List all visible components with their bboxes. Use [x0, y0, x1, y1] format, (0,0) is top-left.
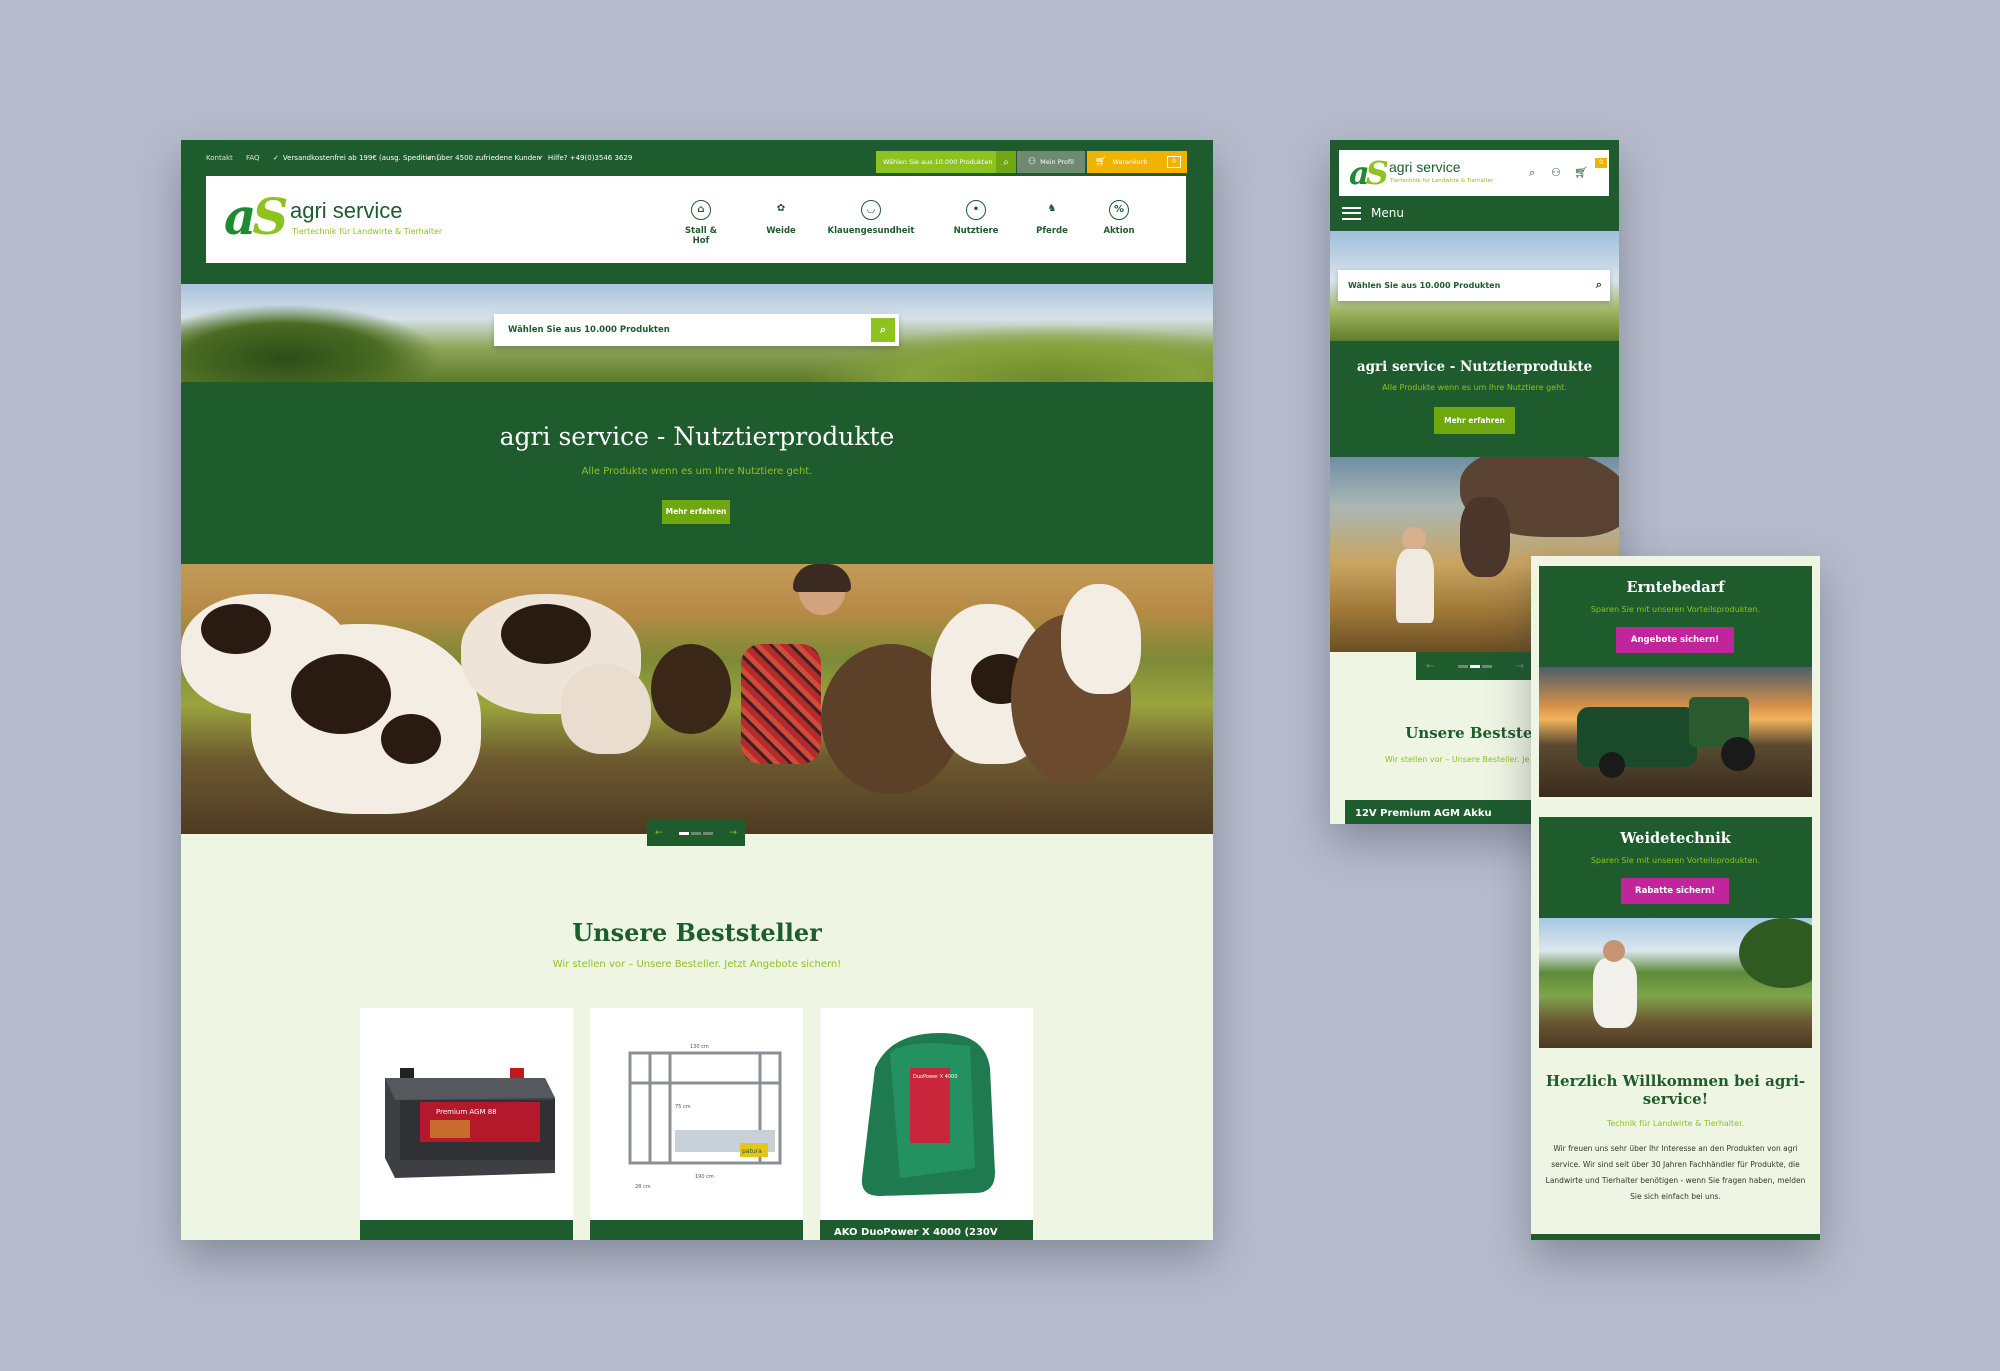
check-icon: ✓	[538, 154, 544, 162]
usp-customers: ✓ über 4500 zufriedene Kunden	[427, 154, 541, 162]
arrow-left-icon[interactable]: ←	[1426, 661, 1434, 672]
welcome-text: Wir freuen uns sehr über Ihr Interesse a…	[1545, 1144, 1806, 1201]
mobile-page-promos: Erntebedarf Sparen Sie mit unseren Vorte…	[1531, 556, 1820, 1240]
check-icon: ✓	[273, 154, 279, 162]
mobile-search-input[interactable]: Wählen Sie aus 10.000 Produkten ⌕	[1338, 270, 1610, 301]
search-icon[interactable]: ⌕	[1529, 166, 1535, 180]
cart-button[interactable]: 🛒︎ Warenkorb 0	[1087, 151, 1187, 173]
nav-nutztiere[interactable]: • Nutztiere	[951, 200, 1001, 236]
dimension-label: 190 cm	[695, 1174, 714, 1180]
footer-edge	[1531, 1234, 1820, 1240]
product-card-energizer[interactable]: DuoPower X 4000 AKO DuoPower X 4000 (230…	[820, 1008, 1033, 1240]
welcome-subtitle: Technik für Landwirte & Tierhalter.	[1606, 1119, 1745, 1128]
product-name	[590, 1220, 803, 1240]
mehr-erfahren-button[interactable]: Mehr erfahren	[1434, 407, 1515, 434]
battery-image: Premium AGM 88	[385, 1068, 555, 1178]
dimension-label: 130 cm	[690, 1044, 709, 1050]
gate-brand-label: patura	[742, 1148, 762, 1155]
hero-search-input[interactable]: Wählen Sie aus 10.000 Produkten ⌕	[494, 314, 899, 346]
promo-title: Erntebedarf	[1626, 579, 1725, 596]
cart-count-badge: 0	[1167, 156, 1181, 168]
nav-klauengesundheit[interactable]: ◡ Klauengesundheit	[826, 200, 916, 236]
battery-label: Premium AGM 88	[436, 1108, 497, 1116]
fence-energizer-image: DuoPower X 4000	[861, 1033, 995, 1196]
cart-count-badge: 0	[1595, 158, 1607, 168]
hero-photo-cows	[181, 564, 1213, 834]
hero-subtitle: Alle Produkte wenn es um Ihre Nutztiere …	[1382, 383, 1567, 392]
search-icon[interactable]: ⌕	[871, 318, 895, 342]
angebote-sichern-button[interactable]: Angebote sichern!	[1616, 627, 1734, 653]
hoof-icon: ◡	[861, 200, 881, 220]
kontakt-link[interactable]: Kontakt	[206, 154, 233, 162]
promo-weidetechnik: Weidetechnik Sparen Sie mit unseren Vort…	[1539, 817, 1812, 918]
bestseller-subtitle: Wir stellen vor – Unsere Besteller. Jetz…	[552, 959, 842, 970]
top-bar: Kontakt FAQ ✓ Versandkostenfrei ab 199€ (…	[181, 140, 1213, 176]
arrow-right-icon[interactable]: →	[1516, 661, 1524, 672]
header: aS agri service Tiertechnik für Landwirt…	[206, 176, 1186, 263]
slider-dots[interactable]	[1458, 664, 1492, 668]
brand-name: agri service	[1389, 159, 1461, 175]
product-name	[360, 1220, 573, 1240]
mobile-hero-band: agri service - Nutztierprodukte Alle Pro…	[1330, 341, 1619, 457]
logo[interactable]: aS	[1349, 157, 1389, 189]
nav-stall-hof[interactable]: ⌂ Stall & Hof	[676, 200, 726, 246]
check-icon: ✓	[427, 154, 433, 162]
product-name: AKO DuoPower X 4000 (230V	[820, 1220, 1033, 1240]
pig-icon: •	[966, 200, 986, 220]
arrow-left-icon[interactable]: ←	[655, 828, 663, 838]
feeding-gate-image: patura 130 cm 190 cm 75 cm 28 cm	[628, 1044, 782, 1190]
cart-icon[interactable]: 🛒︎	[1574, 166, 1588, 179]
hero-slider-controls: ← →	[647, 820, 745, 846]
hero-title: agri service - Nutztierprodukte	[499, 422, 895, 451]
grass-icon: ✿	[776, 203, 786, 214]
bestseller-section: Unsere Beststeller Wir stellen vor – Uns…	[181, 918, 1213, 970]
logo[interactable]: aS	[224, 192, 289, 242]
dimension-label: 75 cm	[675, 1104, 691, 1110]
hero-subtitle: Alle Produkte wenn es um Ihre Nutztiere …	[581, 466, 813, 477]
promo-subtitle: Sparen Sie mit unseren Vorteilsprodukten…	[1590, 856, 1761, 865]
product-card-gate[interactable]: patura 130 cm 190 cm 75 cm 28 cm	[590, 1008, 803, 1240]
dimension-label: 28 cm	[635, 1184, 651, 1190]
barn-icon: ⌂	[691, 200, 711, 220]
horse-icon: ♞	[1047, 203, 1057, 214]
top-search-input[interactable]: Wählen Sie aus 10.000 Produkten ⌕	[876, 151, 1016, 173]
mobile-slider-controls: ← →	[1416, 652, 1534, 680]
bestseller-title: Unsere Beststeller	[572, 918, 822, 947]
search-icon[interactable]: ⌕	[996, 151, 1016, 173]
promo-subtitle: Sparen Sie mit unseren Vorteilsprodukten…	[1590, 605, 1761, 614]
percent-icon: %	[1109, 200, 1129, 220]
brand-name: agri service	[290, 198, 403, 223]
menu-toggle[interactable]: Menu	[1342, 206, 1404, 220]
welcome-title: Herzlich Willkommen bei agri-service!	[1545, 1072, 1806, 1108]
brand-tagline: Tiertechnik für Landwirte & Tierhalter	[1390, 178, 1494, 184]
usp-shipping: ✓ Versandkostenfrei ab 199€ (ausg. Spedit…	[273, 154, 439, 162]
nav-weide[interactable]: ✿ Weide	[761, 200, 801, 236]
cart-icon: 🛒︎	[1095, 157, 1107, 167]
search-icon[interactable]: ⌕	[1596, 278, 1602, 292]
mobile-header-box: aS agri service Tiertechnik für Landwirt…	[1339, 150, 1609, 196]
faq-link[interactable]: FAQ	[246, 154, 260, 162]
product-card-battery[interactable]: Premium AGM 88	[360, 1008, 573, 1240]
user-icon: ⚇	[1028, 157, 1037, 167]
nav-pferde[interactable]: ♞ Pferde	[1032, 200, 1072, 236]
energizer-label: DuoPower X 4000	[913, 1074, 958, 1080]
brand-tagline: Tiertechnik für Landwirte & Tierhalter	[292, 227, 443, 236]
farmer-field-photo	[1539, 918, 1812, 1048]
user-icon[interactable]: ⚇	[1551, 166, 1561, 179]
slider-dots[interactable]	[679, 831, 713, 835]
tractor-photo	[1539, 667, 1812, 797]
profile-button[interactable]: ⚇ Mein Profil	[1017, 151, 1085, 173]
hero-band: agri service - Nutztierprodukte Alle Pro…	[181, 382, 1213, 564]
promo-title: Weidetechnik	[1620, 830, 1731, 847]
rabatte-sichern-button[interactable]: Rabatte sichern!	[1621, 878, 1729, 904]
nav-aktion[interactable]: % Aktion	[1099, 200, 1139, 236]
usp-hotline: ✓ Hilfe? +49(0)3546 3629	[538, 154, 633, 162]
mehr-erfahren-button[interactable]: Mehr erfahren	[662, 500, 730, 524]
promo-erntebedarf: Erntebedarf Sparen Sie mit unseren Vorte…	[1539, 566, 1812, 667]
desktop-page: Kontakt FAQ ✓ Versandkostenfrei ab 199€ (…	[181, 140, 1213, 1240]
hero-title: agri service - Nutztierprodukte	[1356, 359, 1593, 375]
arrow-right-icon[interactable]: →	[729, 828, 737, 838]
hamburger-icon	[1342, 206, 1361, 220]
